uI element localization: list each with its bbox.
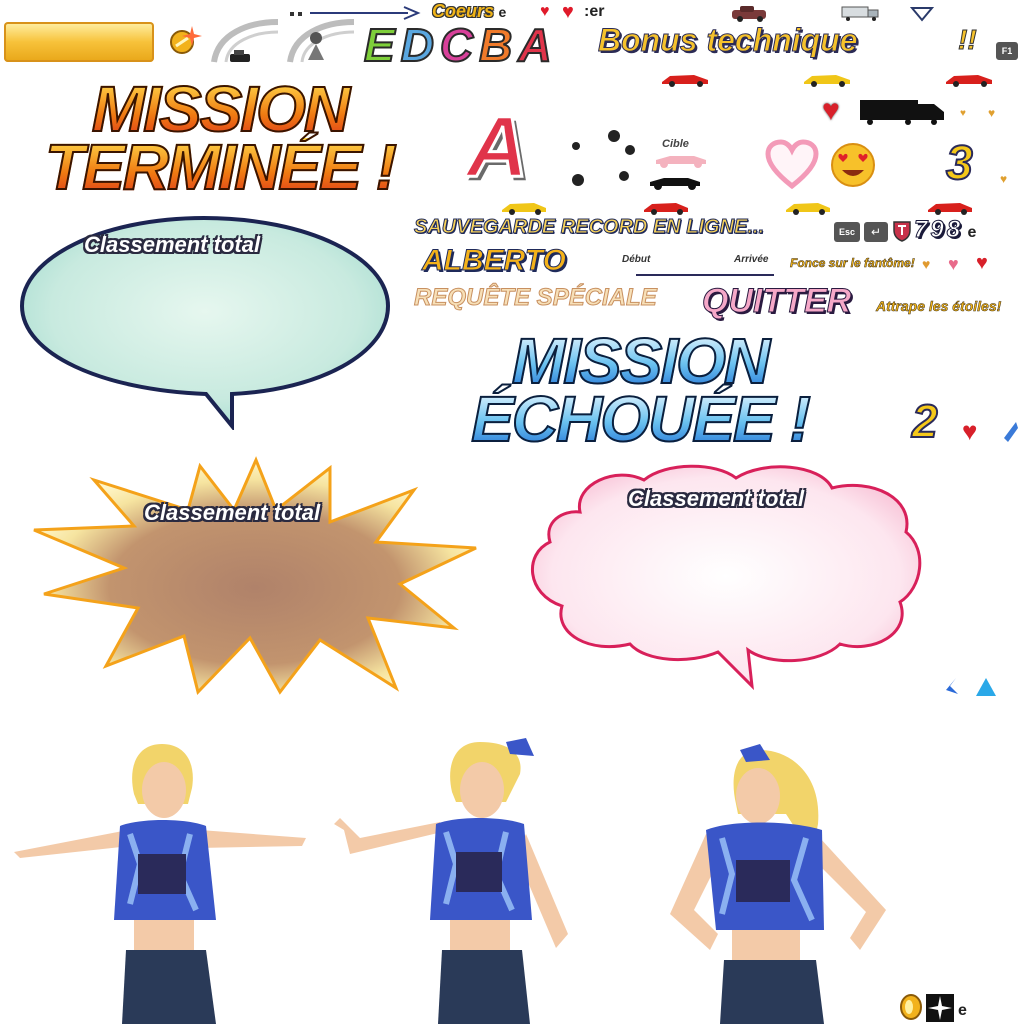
grade-a: A: [517, 18, 552, 72]
blue-triangle-icon: [974, 676, 998, 698]
mission-failed-title: MISSION ÉCHOUÉE !: [440, 328, 840, 452]
driver-name: ALBERTO: [422, 244, 567, 278]
grade-d: D: [400, 18, 435, 72]
esc-key-icon: Esc: [834, 222, 860, 242]
count-2: 2: [911, 395, 939, 447]
tiny-heart-icon-3: ♥: [1000, 172, 1008, 186]
curve-road-person-icon: [284, 16, 358, 68]
enter-key-icon: ↵: [864, 222, 888, 242]
special-request-label: REQUÊTE SPÉCIALE: [414, 284, 658, 312]
red-car-topview-icon: [730, 4, 770, 22]
ranking-label-1: Classement total: [84, 232, 261, 257]
tiny-heart-icon-2: ♥: [988, 106, 996, 120]
gold-coin-icon: [898, 994, 924, 1020]
heart-eyes-emoji-icon: [830, 142, 876, 188]
black-blob-shapes: [566, 128, 638, 190]
red-car-icon-4: [926, 198, 976, 216]
score-display: 798 e: [913, 216, 977, 244]
ranking-label-3: Classement total: [628, 486, 805, 511]
small-heart-orange-icon: ♥: [922, 256, 931, 272]
save-record-text: SAUVEGARDE RECORD EN LIGNE...: [413, 216, 765, 239]
grade-a-big: A: [464, 99, 529, 195]
tiny-heart-icon: ♥: [960, 108, 966, 119]
grade-letters: E D C B A: [363, 18, 604, 72]
gold-gauge-bar: [4, 22, 154, 62]
mission-complete-line1: MISSION: [20, 76, 420, 142]
sparkle-black-icon: [926, 994, 954, 1022]
grade-b: B: [478, 18, 513, 72]
coin-suffix: e: [958, 1002, 967, 1019]
grade-c: C: [439, 18, 474, 72]
shield-t-icon: [892, 220, 912, 242]
mission-complete-line2: TERMINÉE !: [20, 134, 420, 200]
black-truck-icon: [858, 98, 946, 126]
start-label: Début: [622, 254, 651, 265]
yellow-sports-car-icon: [802, 70, 854, 88]
target-label: Cible: [662, 138, 689, 150]
double-exclaim-icon: !!: [958, 24, 978, 56]
character-pose-shrug: [10, 734, 310, 1024]
count-3: 3: [945, 137, 974, 191]
ranking-label-2: Classement total: [144, 500, 321, 525]
pink-f1-car-icon: [654, 150, 708, 168]
heart-red-icon-2: ♥: [962, 416, 978, 446]
character-pose-thumbsup: [330, 734, 630, 1024]
mission-complete-title: MISSION TERMINÉE !: [20, 76, 420, 200]
f1-key-icon: F1: [996, 42, 1018, 60]
yellow-car-icon-3: [784, 198, 834, 216]
character-pose-hands-on-hips: [640, 734, 940, 1024]
grade-e: E: [363, 18, 396, 72]
ghost-hint: Fonce sur le fantôme!: [790, 256, 915, 271]
stars-hint: Attrape les étoiles!: [876, 298, 1002, 315]
mission-failed-ranking-burst: [30, 456, 480, 696]
small-heart-pink-icon: ♥: [948, 254, 959, 274]
yellow-car-icon-2: [500, 198, 550, 216]
black-f1-car-icon: [648, 172, 702, 190]
red-sports-car-icon-2: [944, 70, 996, 88]
bonus-technique-title: Bonus technique: [598, 22, 859, 59]
blue-wing-icon: [942, 676, 962, 698]
mission-failed-line1: MISSION: [440, 328, 840, 394]
down-triangle-icon: [909, 6, 935, 22]
coin-sparkle-icon: [162, 22, 202, 62]
quit-label: QUITTER: [701, 282, 852, 321]
progress-track: Début Arrivée: [622, 254, 782, 278]
red-car-icon-3: [642, 198, 692, 216]
heart-big-icon: ♥: [822, 94, 840, 127]
small-heart-red-icon: ♥: [976, 252, 988, 274]
mission-failed-line2: ÉCHOUÉE !: [440, 386, 840, 452]
red-sports-car-icon: [660, 70, 712, 88]
truck-small-icon: [840, 4, 882, 22]
blue-crystal-icon: [1002, 420, 1020, 444]
curve-road-car-icon: [208, 16, 282, 68]
heart-outline-pink-icon: [764, 138, 820, 190]
finish-label: Arrivée: [734, 254, 769, 265]
